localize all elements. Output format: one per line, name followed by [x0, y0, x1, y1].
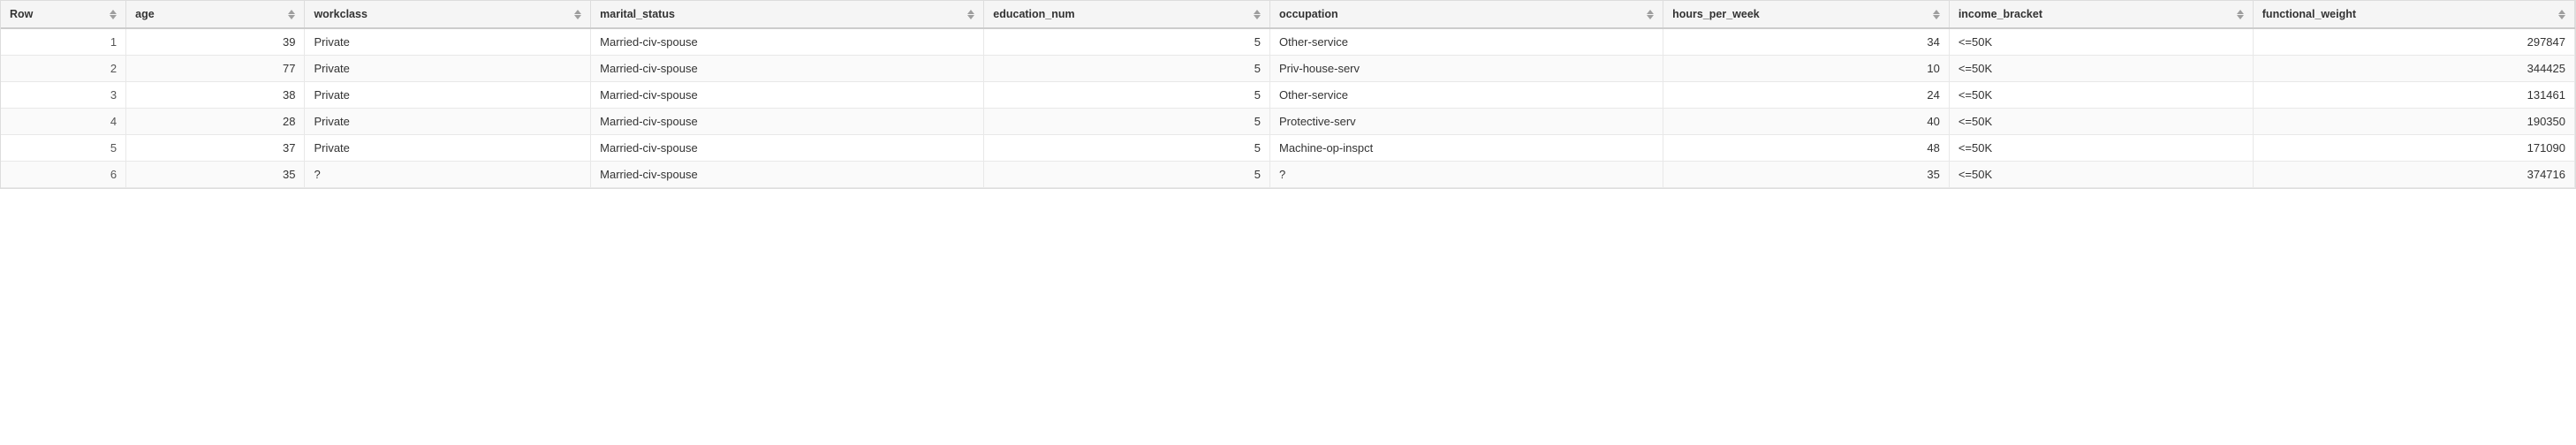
- sort-icon-row: [110, 10, 117, 19]
- column-header-income_bracket[interactable]: income_bracket: [1949, 1, 2253, 28]
- cell-occupation: Machine-op-inspct: [1269, 135, 1663, 162]
- cell-income_bracket: <=50K: [1949, 109, 2253, 135]
- sort-icon-income_bracket: [2237, 10, 2244, 19]
- resize-handle-functional_weight[interactable]: [2571, 1, 2574, 27]
- column-label-education_num: education_num: [993, 8, 1074, 20]
- sort-icon-functional_weight: [2558, 10, 2565, 19]
- column-header-marital_status[interactable]: marital_status: [591, 1, 984, 28]
- cell-workclass: Private: [305, 56, 591, 82]
- cell-income_bracket: <=50K: [1949, 162, 2253, 188]
- cell-age: 28: [126, 109, 305, 135]
- data-table: Row age workclass marital_status: [0, 0, 2576, 189]
- cell-education_num: 5: [984, 135, 1270, 162]
- cell-income_bracket: <=50K: [1949, 82, 2253, 109]
- resize-handle-row[interactable]: [122, 1, 125, 27]
- cell-functional_weight: 171090: [2253, 135, 2574, 162]
- cell-age: 38: [126, 82, 305, 109]
- cell-functional_weight: 190350: [2253, 109, 2574, 135]
- cell-age: 35: [126, 162, 305, 188]
- cell-functional_weight: 297847: [2253, 28, 2574, 56]
- cell-workclass: Private: [305, 109, 591, 135]
- cell-marital_status: Married-civ-spouse: [591, 28, 984, 56]
- column-label-row: Row: [10, 8, 33, 20]
- cell-hours_per_week: 34: [1663, 28, 1950, 56]
- column-label-occupation: occupation: [1279, 8, 1338, 20]
- cell-hours_per_week: 24: [1663, 82, 1950, 109]
- column-label-hours_per_week: hours_per_week: [1672, 8, 1760, 20]
- cell-occupation: Protective-serv: [1269, 109, 1663, 135]
- cell-marital_status: Married-civ-spouse: [591, 135, 984, 162]
- sort-icon-workclass: [574, 10, 581, 19]
- sort-icon-occupation: [1647, 10, 1654, 19]
- cell-hours_per_week: 35: [1663, 162, 1950, 188]
- cell-functional_weight: 344425: [2253, 56, 2574, 82]
- cell-workclass: Private: [305, 28, 591, 56]
- cell-marital_status: Married-civ-spouse: [591, 56, 984, 82]
- table-row: 635?Married-civ-spouse5?35<=50K374716: [1, 162, 2575, 188]
- resize-handle-marital_status[interactable]: [980, 1, 983, 27]
- cell-hours_per_week: 48: [1663, 135, 1950, 162]
- cell-education_num: 5: [984, 82, 1270, 109]
- cell-marital_status: Married-civ-spouse: [591, 162, 984, 188]
- cell-income_bracket: <=50K: [1949, 56, 2253, 82]
- column-label-age: age: [135, 8, 155, 20]
- cell-row: 2: [1, 56, 126, 82]
- cell-functional_weight: 131461: [2253, 82, 2574, 109]
- resize-handle-occupation[interactable]: [1659, 1, 1663, 27]
- cell-age: 37: [126, 135, 305, 162]
- resize-handle-workclass[interactable]: [587, 1, 590, 27]
- resize-handle-hours_per_week[interactable]: [1945, 1, 1949, 27]
- cell-income_bracket: <=50K: [1949, 28, 2253, 56]
- column-header-age[interactable]: age: [126, 1, 305, 28]
- cell-occupation: ?: [1269, 162, 1663, 188]
- resize-handle-income_bracket[interactable]: [2249, 1, 2253, 27]
- sort-icon-hours_per_week: [1933, 10, 1940, 19]
- resize-handle-education_num[interactable]: [1266, 1, 1269, 27]
- cell-row: 3: [1, 82, 126, 109]
- column-label-income_bracket: income_bracket: [1959, 8, 2042, 20]
- cell-hours_per_week: 10: [1663, 56, 1950, 82]
- cell-workclass: Private: [305, 135, 591, 162]
- sort-icon-education_num: [1254, 10, 1261, 19]
- cell-row: 5: [1, 135, 126, 162]
- cell-occupation: Priv-house-serv: [1269, 56, 1663, 82]
- table-row: 428PrivateMarried-civ-spouse5Protective-…: [1, 109, 2575, 135]
- column-header-row[interactable]: Row: [1, 1, 126, 28]
- table-row: 139PrivateMarried-civ-spouse5Other-servi…: [1, 28, 2575, 56]
- column-header-education_num[interactable]: education_num: [984, 1, 1270, 28]
- column-header-functional_weight[interactable]: functional_weight: [2253, 1, 2574, 28]
- cell-income_bracket: <=50K: [1949, 135, 2253, 162]
- cell-age: 77: [126, 56, 305, 82]
- table-row: 338PrivateMarried-civ-spouse5Other-servi…: [1, 82, 2575, 109]
- cell-occupation: Other-service: [1269, 82, 1663, 109]
- column-label-functional_weight: functional_weight: [2262, 8, 2356, 20]
- resize-handle-age[interactable]: [300, 1, 304, 27]
- cell-marital_status: Married-civ-spouse: [591, 82, 984, 109]
- sort-icon-marital_status: [967, 10, 974, 19]
- table-row: 537PrivateMarried-civ-spouse5Machine-op-…: [1, 135, 2575, 162]
- cell-hours_per_week: 40: [1663, 109, 1950, 135]
- sort-icon-age: [288, 10, 295, 19]
- cell-workclass: ?: [305, 162, 591, 188]
- column-label-workclass: workclass: [314, 8, 367, 20]
- cell-education_num: 5: [984, 109, 1270, 135]
- cell-marital_status: Married-civ-spouse: [591, 109, 984, 135]
- column-label-marital_status: marital_status: [600, 8, 675, 20]
- cell-row: 4: [1, 109, 126, 135]
- cell-education_num: 5: [984, 162, 1270, 188]
- cell-functional_weight: 374716: [2253, 162, 2574, 188]
- cell-workclass: Private: [305, 82, 591, 109]
- cell-occupation: Other-service: [1269, 28, 1663, 56]
- column-header-hours_per_week[interactable]: hours_per_week: [1663, 1, 1950, 28]
- column-header-occupation[interactable]: occupation: [1269, 1, 1663, 28]
- cell-age: 39: [126, 28, 305, 56]
- cell-row: 6: [1, 162, 126, 188]
- column-header-workclass[interactable]: workclass: [305, 1, 591, 28]
- cell-education_num: 5: [984, 28, 1270, 56]
- cell-row: 1: [1, 28, 126, 56]
- cell-education_num: 5: [984, 56, 1270, 82]
- table-row: 277PrivateMarried-civ-spouse5Priv-house-…: [1, 56, 2575, 82]
